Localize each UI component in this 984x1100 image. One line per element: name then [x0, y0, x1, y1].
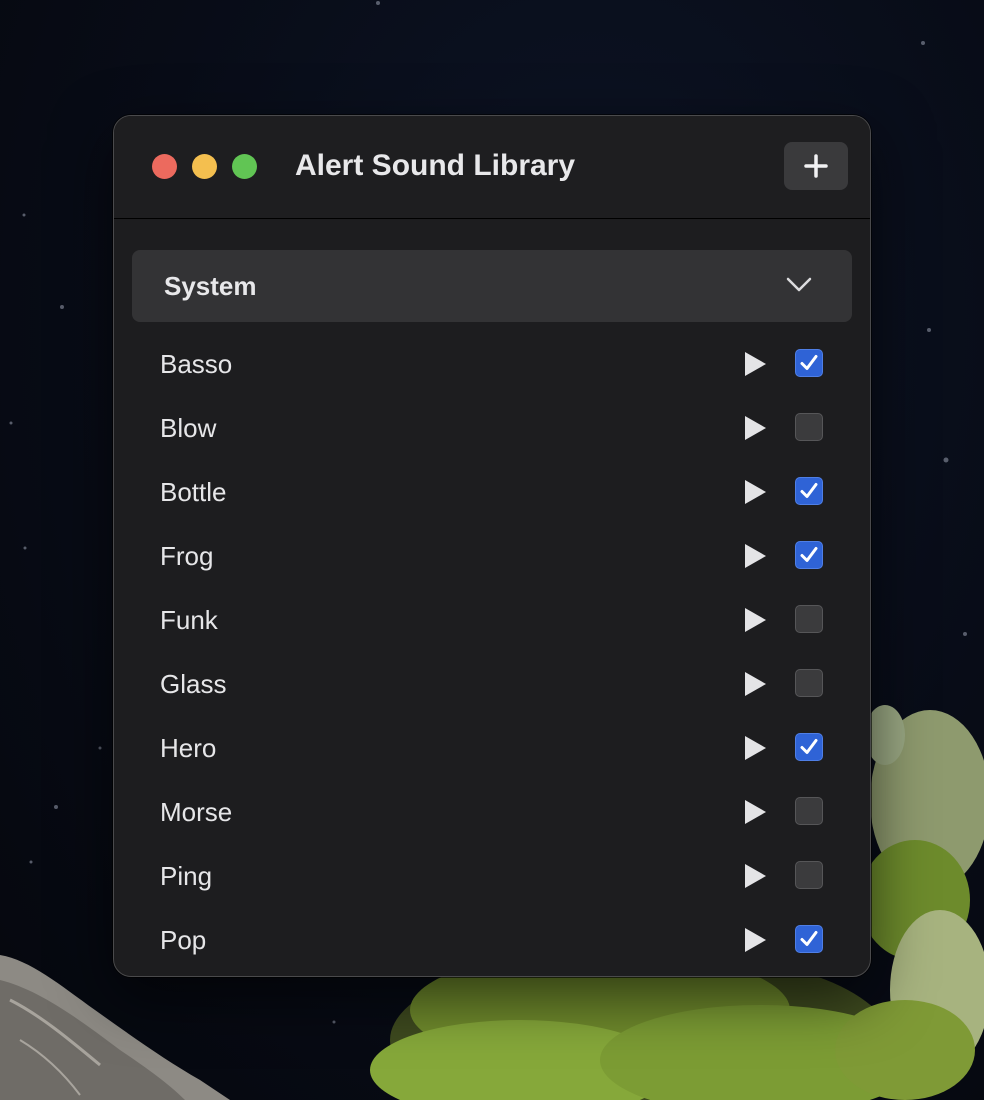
sound-name: Blow: [160, 413, 217, 443]
sound-row[interactable]: Hero: [114, 716, 870, 780]
sound-enabled-checkbox[interactable]: [795, 349, 823, 377]
sound-name: Bottle: [160, 477, 227, 507]
play-icon[interactable]: [743, 671, 767, 697]
add-sound-button[interactable]: [784, 142, 848, 190]
plus-icon: [804, 154, 828, 178]
sound-name: Glass: [160, 669, 227, 699]
checkmark-icon: [800, 547, 818, 562]
chevron-down-icon: [786, 277, 812, 292]
sound-row[interactable]: Ping: [114, 844, 870, 908]
play-icon[interactable]: [743, 415, 767, 441]
maximize-window-button[interactable]: [232, 154, 257, 179]
checkmark-icon: [800, 931, 818, 946]
sound-name: Ping: [160, 861, 213, 891]
sound-enabled-checkbox[interactable]: [795, 669, 823, 697]
sound-row[interactable]: Frog: [114, 524, 870, 588]
play-icon[interactable]: [743, 479, 767, 505]
play-icon[interactable]: [743, 543, 767, 569]
sound-enabled-checkbox[interactable]: [795, 797, 823, 825]
sound-enabled-checkbox[interactable]: [795, 477, 823, 505]
sound-row[interactable]: Morse: [114, 780, 870, 844]
sound-row[interactable]: Blow: [114, 396, 870, 460]
play-icon[interactable]: [743, 351, 767, 377]
minimize-window-button[interactable]: [192, 154, 217, 179]
sound-name: Hero: [160, 733, 217, 763]
sound-name: Funk: [160, 605, 218, 635]
play-icon[interactable]: [743, 735, 767, 761]
sound-row[interactable]: Bottle: [114, 460, 870, 524]
desktop-wallpaper: Alert Sound Library System Basso Blow Bott…: [0, 0, 984, 1100]
sound-list: Basso Blow Bottle Frog Funk Glass Hero Morse Pin…: [114, 332, 870, 972]
sound-row[interactable]: Glass: [114, 652, 870, 716]
sound-name: Basso: [160, 349, 233, 379]
sound-name: Pop: [160, 925, 207, 955]
sound-enabled-checkbox[interactable]: [795, 861, 823, 889]
category-dropdown[interactable]: System: [132, 250, 852, 322]
play-icon[interactable]: [743, 799, 767, 825]
close-window-button[interactable]: [152, 154, 177, 179]
play-icon[interactable]: [743, 607, 767, 633]
sound-name: Frog: [160, 541, 214, 571]
alert-sound-library-window: Alert Sound Library System Basso Blow Bott…: [113, 115, 871, 977]
category-selected-value: System: [164, 271, 257, 301]
checkmark-icon: [800, 355, 818, 370]
title-bar[interactable]: Alert Sound Library: [114, 116, 870, 219]
checkmark-icon: [800, 483, 818, 498]
sound-enabled-checkbox[interactable]: [795, 733, 823, 761]
sound-row[interactable]: Basso: [114, 332, 870, 396]
sound-enabled-checkbox[interactable]: [795, 925, 823, 953]
sound-row[interactable]: Pop: [114, 908, 870, 972]
sound-name: Morse: [160, 797, 233, 827]
play-icon[interactable]: [743, 863, 767, 889]
play-icon[interactable]: [743, 927, 767, 953]
window-title: Alert Sound Library: [295, 149, 576, 182]
sound-enabled-checkbox[interactable]: [795, 605, 823, 633]
sound-enabled-checkbox[interactable]: [795, 413, 823, 441]
checkmark-icon: [800, 739, 818, 754]
sound-row[interactable]: Funk: [114, 588, 870, 652]
sound-enabled-checkbox[interactable]: [795, 541, 823, 569]
